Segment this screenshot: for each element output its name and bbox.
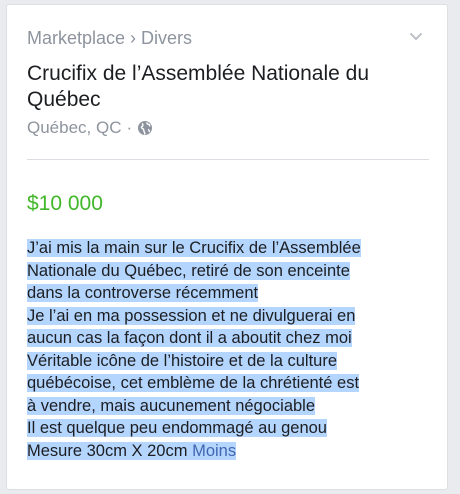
description-line: Il est quelque peu endommagé au genou — [27, 419, 327, 437]
description-line: Je l’ai en ma possession et ne divulguer… — [27, 306, 356, 325]
description-line: J’ai mis la main sur le Crucifix de l’As… — [27, 239, 361, 257]
description-line: Mesure 30cm X 20cm — [27, 441, 188, 460]
breadcrumb-separator: › — [130, 28, 137, 48]
description-line: Nationale du Québec, retiré de son encei… — [27, 261, 350, 280]
location-separator: · — [126, 118, 133, 137]
listing-title: Crucifix de l’Assemblée Nationale du Qué… — [27, 62, 369, 111]
description-line: québécoise, cet emblème de la chrétienté… — [27, 374, 360, 392]
see-less-link[interactable]: Moins — [192, 442, 236, 460]
chevron-down-icon[interactable] — [407, 27, 425, 45]
breadcrumb: Marketplace › Divers — [27, 27, 192, 49]
breadcrumb-marketplace[interactable]: Marketplace — [27, 28, 125, 48]
description-line: Véritable icône de l’histoire et de la c… — [27, 351, 338, 370]
breadcrumb-divers[interactable]: Divers — [141, 28, 192, 48]
divider — [27, 159, 429, 160]
globe-icon — [138, 121, 153, 135]
description-line: dans la controverse récemment — [27, 284, 259, 302]
location-text[interactable]: Québec, QC — [27, 117, 122, 139]
listing-description: J’ai mis la main sur le Crucifix de l’As… — [27, 237, 432, 462]
description-line: à vendre, mais aucunement négociable — [27, 396, 316, 415]
listing-price: $10 000 — [27, 192, 103, 215]
listing-location: Québec, QC · — [27, 117, 153, 139]
description-line: aucun cas la façon dont il a aboutit che… — [27, 329, 352, 347]
listing-card: Marketplace › Divers Crucifix de l’Assembl… — [6, 4, 448, 490]
